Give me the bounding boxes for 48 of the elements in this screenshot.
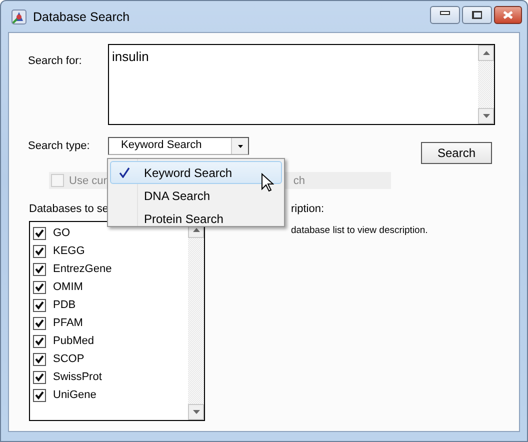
section-label: ription: xyxy=(291,203,326,215)
list-item[interactable]: EntrezGene xyxy=(53,263,112,275)
field-label: Search type: xyxy=(28,139,91,152)
list-item[interactable]: UniGene xyxy=(53,389,96,401)
list-item[interactable]: PFAM xyxy=(53,317,83,329)
check-icon xyxy=(119,167,130,178)
list-item[interactable]: GO xyxy=(53,227,70,239)
menu-item[interactable]: Keyword Search xyxy=(110,161,282,184)
scroll-down-button[interactable] xyxy=(188,404,204,420)
list-item[interactable]: PubMed xyxy=(53,335,94,347)
maximize-icon xyxy=(472,10,482,18)
menu-item[interactable]: Protein Search xyxy=(110,207,282,230)
mouse-pointer-icon xyxy=(261,173,274,192)
checkbox[interactable] xyxy=(33,262,46,276)
arrow-down-icon xyxy=(192,410,200,414)
checkbox[interactable] xyxy=(33,370,46,384)
checkbox[interactable] xyxy=(33,388,46,402)
checkbox[interactable] xyxy=(33,244,46,258)
checkbox[interactable] xyxy=(33,316,46,330)
checkbox[interactable] xyxy=(33,280,46,294)
checkbox[interactable] xyxy=(33,298,46,312)
arrow-down-icon xyxy=(482,114,490,118)
search-type-dropdown[interactable]: Keyword Search xyxy=(108,137,249,155)
list-item[interactable]: OMIM xyxy=(53,281,83,293)
arrow-up-icon xyxy=(482,51,490,55)
field-label: Search for: xyxy=(28,54,83,69)
menu-item[interactable]: DNA Search xyxy=(110,184,282,207)
checkbox-label: Use cur xyxy=(69,174,107,186)
caret-icon xyxy=(238,144,242,148)
window-title: Database Search xyxy=(33,10,130,24)
close-button[interactable] xyxy=(494,6,522,24)
description-text: database list to view description. xyxy=(291,225,428,236)
arrow-up-icon xyxy=(192,228,200,232)
minimize-button[interactable] xyxy=(430,6,460,24)
maximize-button[interactable] xyxy=(462,6,492,24)
close-icon xyxy=(503,10,513,18)
checkbox-label: ch xyxy=(293,174,305,186)
search-text-field[interactable]: insulin xyxy=(108,44,495,125)
list-item[interactable]: PDB xyxy=(53,299,76,311)
list-item[interactable]: SwissProt xyxy=(53,371,102,383)
list-item[interactable]: SCOP xyxy=(53,353,84,365)
list-item[interactable]: KEGG xyxy=(53,245,85,257)
checkbox[interactable] xyxy=(33,226,46,240)
checkbox[interactable] xyxy=(33,352,46,366)
scroll-down-button[interactable] xyxy=(478,108,494,124)
search-button[interactable]: Search xyxy=(421,142,492,164)
app-icon xyxy=(11,8,27,24)
checkbox[interactable] xyxy=(33,334,46,348)
